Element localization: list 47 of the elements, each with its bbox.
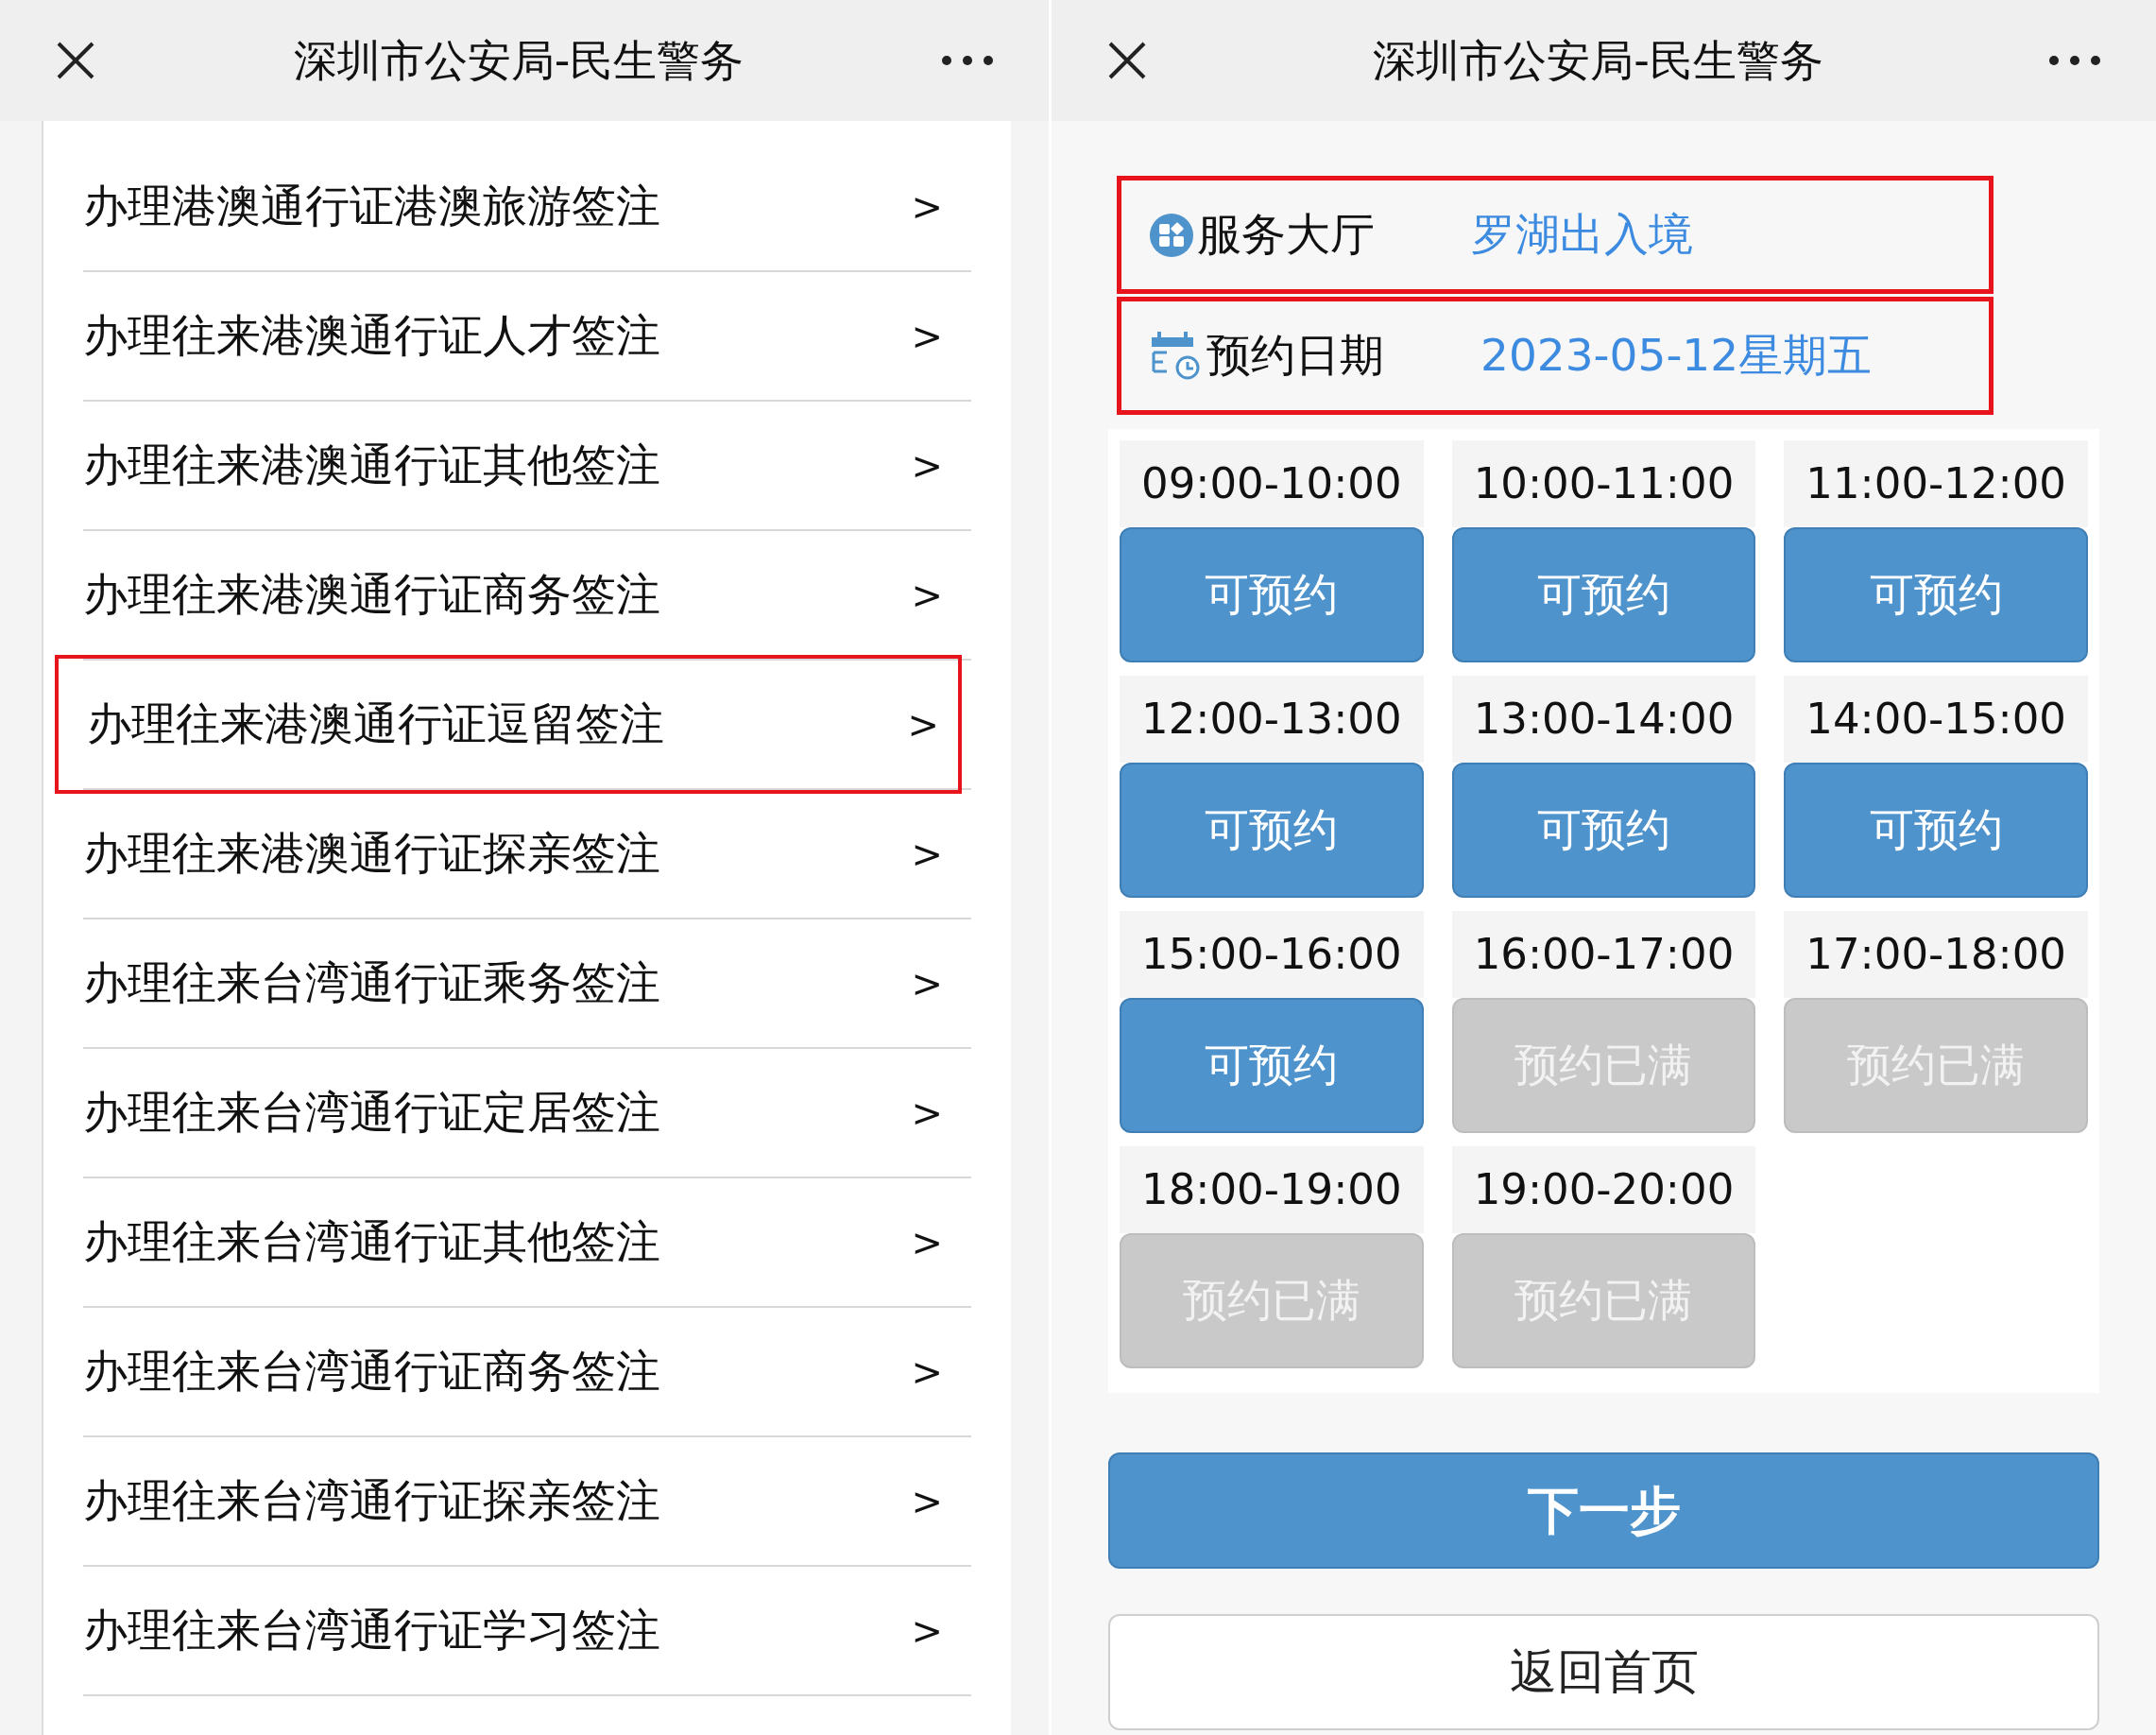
list-item[interactable]: 办理往来港澳通行证人才签注 > <box>83 272 971 400</box>
chevron-icon: > <box>911 566 943 624</box>
list-item[interactable]: 办理往来港澳通行证逗留签注 > <box>55 655 962 794</box>
chevron-icon: > <box>911 1602 943 1659</box>
more-icon[interactable] <box>2048 55 2101 66</box>
list-item[interactable]: 办理往来台湾通行证探亲签注 > <box>83 1437 971 1565</box>
window-title: 深圳市公安局-民生警务 <box>293 33 744 88</box>
list-item[interactable]: 办理往来台湾通行证乘务签注 > <box>83 919 971 1047</box>
time-slot-label: 10:00-11:00 <box>1451 440 1756 527</box>
list-item[interactable]: 办理往来台湾通行证定居签注 > <box>83 1049 971 1177</box>
close-icon[interactable] <box>55 40 96 81</box>
grid-icon <box>1150 213 1193 257</box>
time-slot-label: 13:00-14:00 <box>1451 676 1756 763</box>
chevron-icon: > <box>911 825 943 883</box>
chevron-icon: > <box>911 1084 943 1142</box>
list-item[interactable]: 办理往来台湾通行证学习签注 > <box>83 1567 971 1694</box>
field-label: 预约日期 <box>1206 328 1385 384</box>
time-slot-label: 14:00-15:00 <box>1784 676 2088 763</box>
time-slot-label: 17:00-18:00 <box>1784 911 2088 998</box>
chevron-icon: > <box>911 1213 943 1271</box>
list-item[interactable]: 办理往来台湾通行证其他签注 > <box>83 1178 971 1306</box>
home-button[interactable]: 返回首页 <box>1108 1614 2099 1730</box>
field-value: 罗湖出入境 <box>1471 207 1693 263</box>
chevron-icon: > <box>911 1472 943 1530</box>
chevron-icon: > <box>911 178 943 235</box>
field-label: 服务大厅 <box>1197 207 1376 263</box>
close-icon[interactable] <box>1106 40 1148 81</box>
chevron-icon: > <box>911 954 943 1012</box>
more-icon[interactable] <box>941 55 994 66</box>
chevron-icon: > <box>907 696 939 753</box>
list-item[interactable]: 办理往来台湾通行证商务签注 > <box>83 1308 971 1435</box>
list-item[interactable]: 办理往来港澳通行证其他签注 > <box>83 402 971 529</box>
time-slot-label: 19:00-20:00 <box>1451 1146 1756 1233</box>
list-item[interactable]: 办理往来港澳通行证商务签注 > <box>83 531 971 659</box>
chevron-icon: > <box>911 307 943 365</box>
time-slot-label: 11:00-12:00 <box>1784 440 2088 527</box>
chevron-icon: > <box>911 1343 943 1400</box>
time-slot-label: 09:00-10:00 <box>1120 440 1424 527</box>
list-item[interactable]: 办理往来港澳通行证探亲签注 > <box>83 790 971 918</box>
time-slot-label: 12:00-13:00 <box>1120 676 1424 763</box>
time-slot-label: 15:00-16:00 <box>1120 911 1424 998</box>
time-slot-label: 18:00-19:00 <box>1120 1146 1424 1233</box>
window-title: 深圳市公安局-民生警务 <box>1373 33 1823 88</box>
list-item[interactable]: 办理港澳通行证港澳旅游签注 > <box>83 143 971 270</box>
field-value: 2023-05-12星期五 <box>1480 328 1873 384</box>
chevron-icon: > <box>911 437 943 494</box>
time-slot-label: 16:00-17:00 <box>1451 911 1756 998</box>
